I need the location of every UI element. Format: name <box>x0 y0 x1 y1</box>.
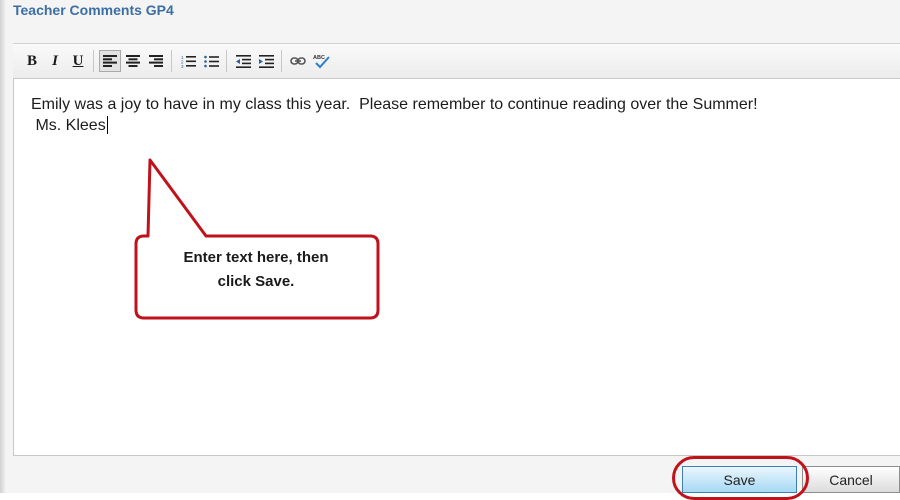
callout-bubble <box>134 158 380 320</box>
comments-panel: Teacher Comments GP4 B I U 123 ABC Emily… <box>0 0 900 500</box>
callout-annotation <box>134 158 380 320</box>
callout-text: Enter text here, then click Save. <box>138 246 374 294</box>
save-highlight-ring <box>672 456 809 500</box>
callout-line-1: Enter text here, then <box>183 249 329 266</box>
callout-line-2: click Save. <box>217 273 295 290</box>
cancel-button[interactable]: Cancel <box>802 466 900 493</box>
